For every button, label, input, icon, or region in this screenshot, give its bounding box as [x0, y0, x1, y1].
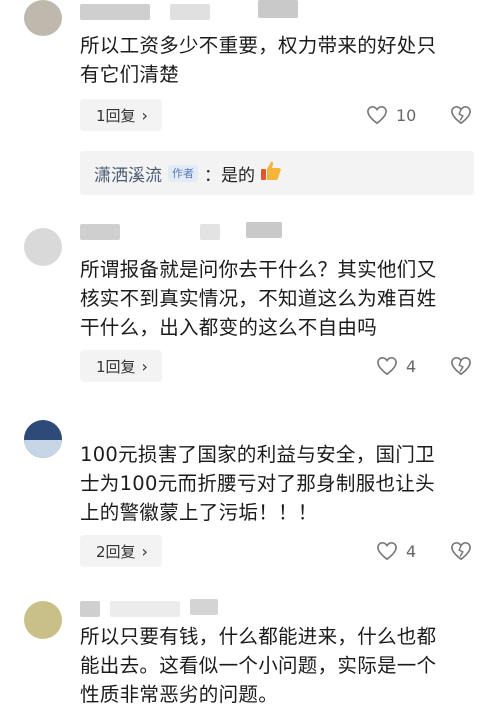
like-button[interactable]: 4 [376, 541, 416, 561]
heart-outline-icon [377, 541, 397, 561]
reply-text: 是的 [221, 165, 255, 186]
heart-outline-icon [367, 105, 387, 125]
comment-line: 性质非常恶劣的问题。 [80, 683, 279, 706]
username-blurred [170, 4, 210, 20]
comment-line: 核实不到真实情况，不知道这么为难百姓 [80, 287, 437, 310]
like-button[interactable]: 10 [366, 105, 416, 125]
like-count: 4 [406, 541, 417, 561]
comment-text: 所以只要有钱，什么都能进来，什么也都 能出去。这看似一个小问题，实际是一个 性质… [80, 622, 480, 709]
username-blurred [80, 224, 120, 240]
reply-separator: ： [204, 165, 221, 186]
comment-line: 所以只要有钱，什么都能进来，什么也都 [80, 625, 437, 648]
chevron-right-icon: › [141, 541, 148, 561]
reply-author-name[interactable]: 潇洒溪流 [94, 161, 162, 186]
comment-line: 干什么，出入都变的这么不自由吗 [80, 316, 378, 339]
username-blurred [110, 601, 180, 617]
comment-line: 上的警徽蒙上了污垢！！！ [80, 501, 318, 524]
chevron-right-icon: › [141, 356, 148, 376]
comment-line: 100元损害了国家的利益与安全，国门卫 [80, 443, 435, 466]
reply-count-label: 2回复 [96, 542, 136, 561]
reply-count-label: 1回复 [96, 357, 136, 376]
broken-heart-icon[interactable] [450, 541, 472, 561]
like-count: 10 [396, 105, 417, 125]
comment-text: 100元损害了国家的利益与安全，国门卫 士为100元而折腰亏对了那身制服也让头 … [80, 440, 480, 527]
comment-1: 所以工资多少不重要，权力带来的好处只 有它们清楚 1回复 › 10 潇洒溪流 作… [0, 0, 500, 200]
avatar[interactable] [24, 601, 62, 639]
author-badge: 作者 [168, 164, 198, 182]
broken-heart-icon[interactable] [450, 356, 472, 376]
comment-line: 士为100元而折腰亏对了那身制服也让头 [80, 472, 435, 495]
reply-count-button[interactable]: 1回复 › [80, 99, 162, 131]
username-blurred [200, 224, 220, 240]
avatar[interactable] [24, 0, 62, 36]
avatar[interactable] [24, 228, 62, 266]
chevron-right-icon: › [141, 105, 148, 125]
comment-line: 所谓报备就是问你去干什么？其实他们又 [80, 258, 437, 281]
broken-heart-icon[interactable] [450, 105, 472, 125]
thumbs-up-emoji [259, 159, 283, 188]
username-blurred [258, 0, 298, 18]
comment-4: 所以只要有钱，什么都能进来，什么也都 能出去。这看似一个小问题，实际是一个 性质… [0, 595, 500, 715]
author-reply[interactable]: 潇洒溪流 作者 ： 是的 [80, 151, 474, 195]
username-blurred [80, 4, 150, 20]
reply-count-button[interactable]: 1回复 › [80, 350, 162, 382]
comment-line: 所以工资多少不重要，权力带来的好处只 [80, 34, 437, 57]
comment-2: 所谓报备就是问你去干什么？其实他们又 核实不到真实情况，不知道这么为难百姓 干什… [0, 220, 500, 390]
reply-count-label: 1回复 [96, 106, 136, 125]
comment-text: 所谓报备就是问你去干什么？其实他们又 核实不到真实情况，不知道这么为难百姓 干什… [80, 255, 480, 342]
reply-count-button[interactable]: 2回复 › [80, 535, 162, 567]
username-blurred [246, 222, 282, 238]
comment-line: 有它们清楚 [80, 63, 180, 86]
username-blurred [190, 599, 218, 615]
like-count: 4 [406, 356, 417, 376]
avatar[interactable] [24, 420, 62, 458]
comment-3: 100元损害了国家的利益与安全，国门卫 士为100元而折腰亏对了那身制服也让头 … [0, 410, 500, 580]
comment-line: 能出去。这看似一个小问题，实际是一个 [80, 654, 437, 677]
username-blurred [80, 601, 100, 617]
avatar-sky [24, 440, 62, 458]
heart-outline-icon [377, 356, 397, 376]
like-button[interactable]: 4 [376, 356, 416, 376]
comment-text: 所以工资多少不重要，权力带来的好处只 有它们清楚 [80, 31, 480, 89]
